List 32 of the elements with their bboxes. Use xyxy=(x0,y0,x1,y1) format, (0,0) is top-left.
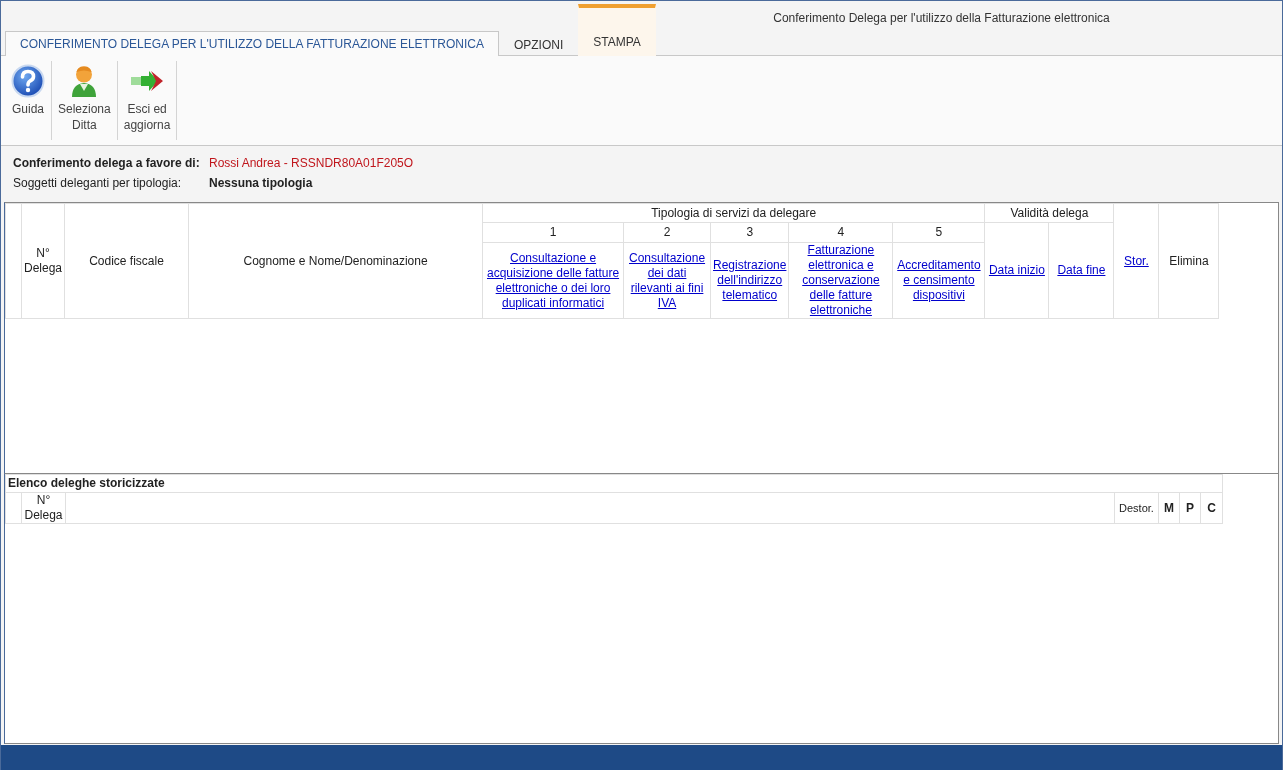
ribbon-button[interactable]: Seleziona Ditta xyxy=(54,61,115,140)
help-icon xyxy=(11,64,45,98)
column-header: N° Delega xyxy=(24,493,63,522)
column-number: 1 xyxy=(549,225,557,239)
ribbon-tab[interactable]: CONFERIMENTO DELEGA PER L'UTILIZZO DELLA FATTURAZIONE ELETTRONICA xyxy=(5,31,499,56)
column-number: 4 xyxy=(837,225,845,239)
field-value: Rossi Andrea - RSSNDR80A01F205O xyxy=(209,156,415,170)
column-link[interactable]: Stor. xyxy=(1116,253,1157,269)
table-title: Elenco deleghe storicizzate xyxy=(8,476,165,490)
column-number: 5 xyxy=(935,225,943,239)
column-header: Elimina xyxy=(1169,253,1209,268)
ribbon-tab[interactable]: OPZIONI xyxy=(498,32,579,56)
field-label: Conferimento delega a favore di: xyxy=(13,156,201,170)
column-header: M xyxy=(1164,500,1174,515)
column-number: 3 xyxy=(746,225,754,239)
ribbon-button[interactable]: Guida xyxy=(7,61,49,140)
column-link[interactable]: Data fine xyxy=(1051,263,1112,278)
column-header: Cognome e Nome/Denominazione xyxy=(243,253,428,268)
column-header: Codice fiscale xyxy=(89,253,164,268)
column-number: 2 xyxy=(663,225,671,239)
column-group-header: Validità delega xyxy=(1010,205,1089,220)
column-header: Destor. xyxy=(1119,501,1154,514)
ribbon-button[interactable]: Esci ed aggiorna xyxy=(119,61,175,140)
column-group-header: Tipologia di servizi da delegare xyxy=(651,205,817,220)
column-header: P xyxy=(1186,500,1194,515)
window-title: Conferimento Delega per l'utilizzo della Fatturazione elettronica xyxy=(772,11,1111,25)
column-header: N° Delega xyxy=(24,246,63,275)
field-label: Soggetti deleganti per tipologia: xyxy=(13,176,183,190)
field-value: Nessuna tipologia xyxy=(209,176,314,190)
ribbon-tab[interactable]: STAMPA xyxy=(578,4,656,56)
column-link[interactable]: Data inizio xyxy=(987,263,1047,278)
column-header: C xyxy=(1207,500,1216,515)
